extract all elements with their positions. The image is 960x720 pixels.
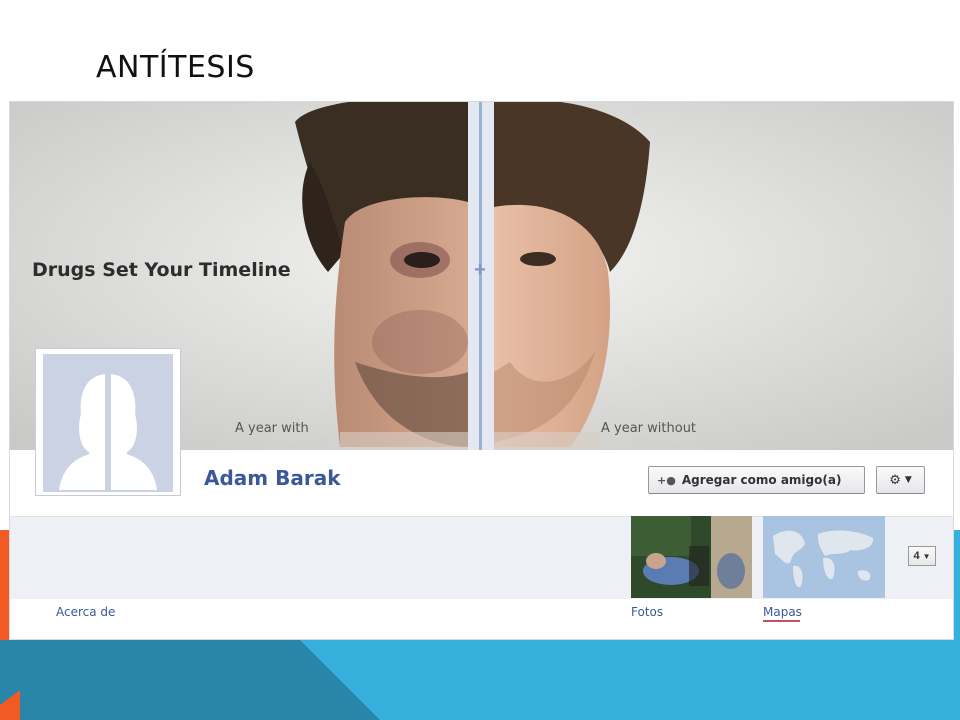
profile-name[interactable]: Adam Barak bbox=[204, 466, 341, 490]
tab-maps[interactable]: Mapas bbox=[763, 605, 802, 619]
tab-about[interactable]: Acerca de bbox=[56, 605, 115, 619]
caption-left: A year with bbox=[235, 421, 309, 436]
facebook-profile-screenshot: Drugs Set Your Timeline A year with A ye… bbox=[10, 102, 953, 639]
caption-right: A year without bbox=[601, 421, 697, 436]
plus-icon[interactable]: + bbox=[472, 260, 488, 280]
chevron-down-icon: ▼ bbox=[922, 551, 931, 561]
section-labels-row bbox=[10, 599, 953, 639]
add-friend-icon: +● bbox=[657, 473, 676, 487]
more-sections-button[interactable]: 4 ▼ bbox=[908, 546, 936, 566]
maps-thumbnail[interactable] bbox=[763, 516, 885, 598]
settings-menu-button[interactable]: ⚙ ▼ bbox=[876, 466, 925, 494]
gear-icon: ⚙ bbox=[889, 472, 901, 488]
chevron-down-icon: ▼ bbox=[904, 475, 912, 485]
photos-thumbnail[interactable] bbox=[631, 516, 752, 598]
slide-title: ANTÍTESIS bbox=[96, 50, 255, 85]
profile-picture[interactable] bbox=[35, 348, 181, 496]
add-friend-label: Agregar como amigo(a) bbox=[681, 473, 842, 487]
tab-photos[interactable]: Fotos bbox=[631, 605, 663, 619]
add-friend-button[interactable]: +● Agregar como amigo(a) bbox=[648, 466, 865, 494]
default-avatar-icon bbox=[39, 352, 177, 492]
maps-tab-underline bbox=[763, 620, 800, 622]
cover-title: Drugs Set Your Timeline bbox=[32, 259, 291, 281]
more-count: 4 bbox=[913, 550, 920, 562]
